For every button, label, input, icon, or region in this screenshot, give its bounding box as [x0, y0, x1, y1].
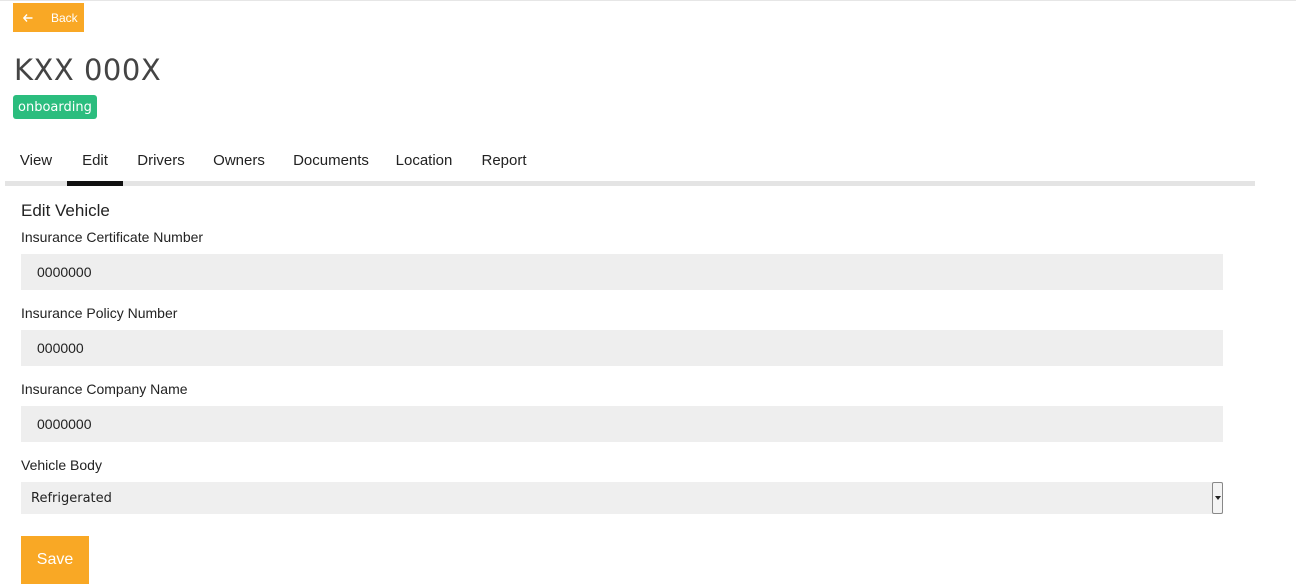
- back-button[interactable]: Back: [13, 3, 84, 32]
- insurance-company-label: Insurance Company Name: [21, 381, 188, 397]
- tab-documents[interactable]: Documents: [279, 135, 383, 186]
- vehicle-body-label: Vehicle Body: [21, 457, 102, 473]
- tab-edit[interactable]: Edit: [67, 135, 123, 186]
- back-label: Back: [51, 10, 78, 25]
- tab-view[interactable]: View: [5, 135, 67, 186]
- status-badge: onboarding: [13, 95, 97, 119]
- insurance-policy-input[interactable]: 000000: [21, 330, 1223, 366]
- tab-drivers[interactable]: Drivers: [123, 135, 199, 186]
- arrow-left-icon: [23, 13, 37, 23]
- tab-location[interactable]: Location: [383, 135, 465, 186]
- tab-bar: View Edit Drivers Owners Documents Locat…: [5, 135, 1255, 186]
- vehicle-body-select[interactable]: Refrigerated: [21, 482, 1223, 514]
- tab-report[interactable]: Report: [465, 135, 543, 186]
- insurance-certificate-input[interactable]: 0000000: [21, 254, 1223, 290]
- chevron-down-icon[interactable]: [1212, 482, 1223, 514]
- form-title: Edit Vehicle: [21, 201, 110, 220]
- insurance-company-input[interactable]: 0000000: [21, 406, 1223, 442]
- top-border: [0, 0, 1296, 1]
- page-title: KXX 000X: [14, 53, 162, 87]
- insurance-policy-label: Insurance Policy Number: [21, 305, 178, 321]
- save-button[interactable]: Save: [21, 536, 89, 584]
- vehicle-body-selected: Refrigerated: [31, 490, 112, 506]
- tab-owners[interactable]: Owners: [199, 135, 279, 186]
- insurance-certificate-label: Insurance Certificate Number: [21, 229, 204, 245]
